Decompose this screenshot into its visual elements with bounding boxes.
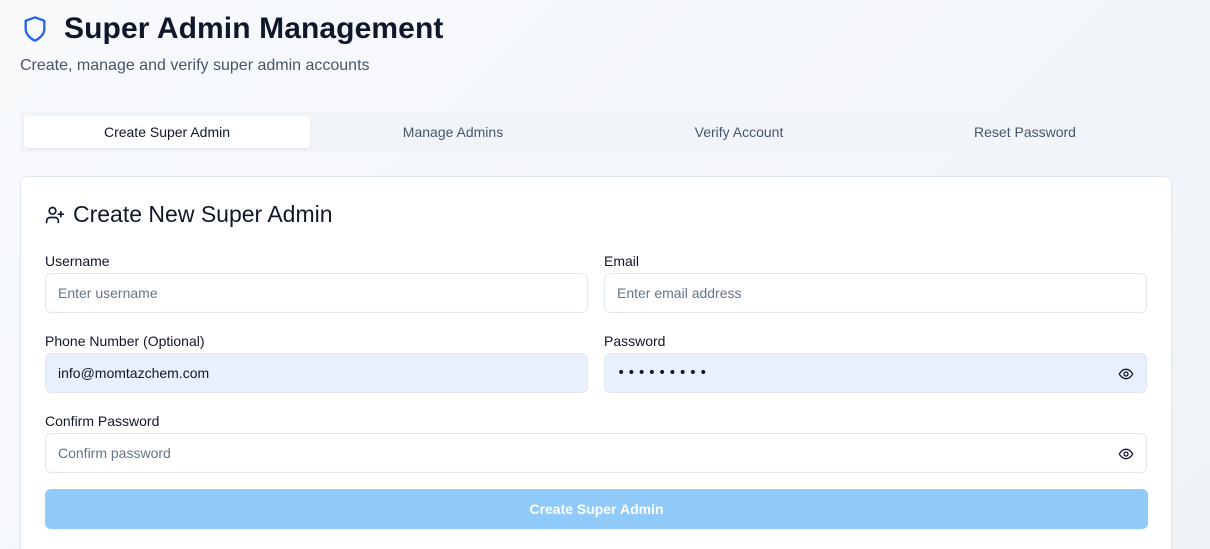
password-value: ••••••••• [617,365,710,381]
phone-group: Phone Number (Optional) [45,333,588,393]
confirm-password-group: Confirm Password [45,413,1147,473]
tab-manage-admins[interactable]: Manage Admins [310,116,596,148]
confirm-password-input[interactable] [58,445,1134,461]
email-input-wrap [604,273,1147,313]
confirm-password-label: Confirm Password [45,413,160,429]
confirm-password-input-wrap [45,433,1147,473]
username-group: Username [45,253,588,313]
eye-icon[interactable] [1118,366,1134,382]
page-header: Super Admin Management Create, manage an… [20,12,443,75]
create-admin-card: Create New Super Admin Username Email Ph… [20,176,1172,549]
card-title-text: Create New Super Admin [73,201,333,227]
user-plus-icon [45,205,65,225]
shield-icon [20,13,50,45]
email-group: Email [604,253,1147,313]
password-label: Password [604,333,666,349]
username-label: Username [45,253,110,269]
password-group: Password ••••••••• [604,333,1147,393]
password-input[interactable]: ••••••••• [604,353,1147,393]
username-input[interactable] [58,285,575,301]
phone-input[interactable] [58,365,575,381]
page-title: Super Admin Management [64,12,444,45]
username-input-wrap [45,273,588,313]
tab-bar: Create Super Admin Manage Admins Verify … [20,112,1172,152]
create-super-admin-button[interactable]: Create Super Admin [45,489,1148,529]
tab-create-super-admin[interactable]: Create Super Admin [24,116,310,148]
phone-label: Phone Number (Optional) [45,333,205,349]
email-label: Email [604,253,640,269]
card-title: Create New Super Admin [45,201,333,228]
page-subtitle: Create, manage and verify super admin ac… [20,57,370,74]
tab-reset-password[interactable]: Reset Password [882,116,1168,148]
title-row: Super Admin Management [20,12,443,46]
email-input[interactable] [617,285,1134,301]
tab-verify-account[interactable]: Verify Account [596,116,882,148]
eye-icon[interactable] [1118,446,1134,462]
phone-input-wrap [45,353,588,393]
